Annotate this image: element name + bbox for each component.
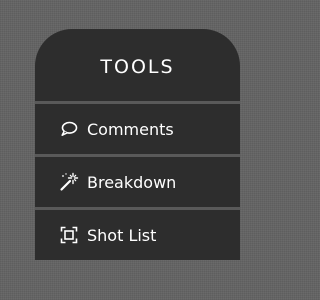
tool-item-shot-list[interactable]: Shot List — [35, 210, 240, 260]
tool-item-label: Comments — [87, 119, 174, 139]
frame-corners-icon — [59, 225, 79, 245]
panel-title: TOOLS — [100, 56, 175, 78]
tool-item-breakdown[interactable]: Breakdown — [35, 157, 240, 207]
tool-item-label: Shot List — [87, 225, 157, 245]
magic-wand-icon — [59, 172, 79, 192]
speech-bubble-icon — [59, 119, 79, 139]
tools-panel: TOOLS Comments Breakdown Shot List — [35, 29, 240, 267]
tool-item-label: Breakdown — [87, 172, 177, 192]
tool-item-comments[interactable]: Comments — [35, 104, 240, 154]
tools-panel-header: TOOLS — [35, 29, 240, 101]
